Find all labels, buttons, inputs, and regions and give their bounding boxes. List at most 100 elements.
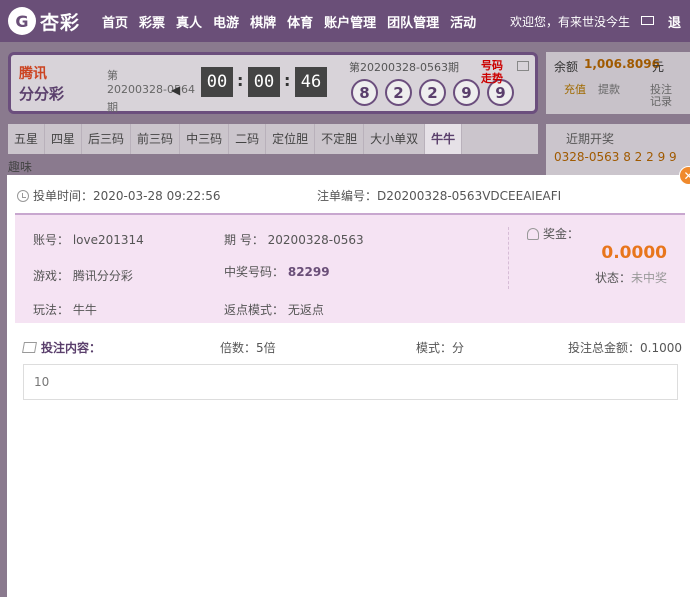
site-logo[interactable]: G 杏彩 [8, 7, 94, 35]
nav-cards[interactable]: 棋牌 [250, 12, 276, 31]
order-id-row: 注单编号：D20200328-0563VDCEEAIEAFI [317, 187, 561, 204]
bet-detail-modal: 投单时间： 2020-03-28 09:22:56 注单编号：D20200328… [7, 175, 690, 597]
tab-position[interactable]: 定位胆 [266, 124, 316, 154]
lottery-panel: 腾讯 分分彩 第 20200328-0564 期 ◀ 00 : 00 : 46 … [8, 52, 538, 114]
timer-colon: : [237, 71, 244, 90]
rebate-field: 返点模式： 无返点 [224, 301, 324, 318]
period-field: 期 号： 20200328-0563 [224, 231, 364, 248]
balance-unit: 元 [652, 60, 665, 74]
logo-text: 杏彩 [40, 11, 81, 34]
nav-sports[interactable]: 体育 [287, 12, 313, 31]
welcome-text: 欢迎您，有来世没今生 [510, 15, 631, 29]
nav-account[interactable]: 账户管理 [324, 12, 376, 31]
status-label: 状态： [594, 271, 631, 285]
play-label: 玩法： [33, 303, 70, 317]
multiple-text: 倍数：5倍 [220, 341, 276, 355]
period-suffix: 期 [107, 101, 118, 114]
bet-time: 2020-03-28 09:22:56 [93, 188, 221, 203]
win-number-label: 中奖号码： [224, 265, 285, 279]
bet-content-box: 10 [23, 364, 678, 400]
balance-label: 余额 [554, 60, 579, 74]
bet-time-row: 投单时间： 2020-03-28 09:22:56 [17, 187, 220, 204]
exit-link[interactable]: 退 [668, 12, 681, 31]
play-tabs: 五星 四星 后三码 前三码 中三码 二码 定位胆 不定胆 大小单双 牛牛 [8, 124, 538, 154]
tab-two[interactable]: 二码 [229, 124, 267, 154]
user-icon [527, 227, 539, 240]
speaker-icon[interactable]: ◀ [171, 83, 180, 97]
play-value: 牛牛 [72, 303, 97, 317]
bonus-label-row: 奖金： [527, 225, 579, 242]
tab-fun[interactable]: 趣味 [8, 158, 32, 175]
tab-four-star[interactable]: 四星 [45, 124, 83, 154]
timer-hours: 00 [201, 67, 233, 97]
balance-panel: 余额 1,006.8096 元 充值 提款 投注记录 [546, 52, 690, 114]
timer-minutes: 00 [248, 67, 280, 97]
note-icon [22, 342, 37, 353]
nav-live[interactable]: 真人 [176, 12, 202, 31]
tab-five-star[interactable]: 五星 [8, 124, 46, 154]
chart-icon[interactable] [517, 61, 529, 71]
play-field: 玩法： 牛牛 [33, 301, 97, 318]
logo-mark: G [8, 7, 36, 35]
trend-link[interactable]: 号码走势 [481, 59, 507, 85]
bet-time-label: 投单时间： [33, 189, 94, 203]
rebate-value: 无返点 [287, 303, 324, 317]
game-logo-bottom: 分分彩 [19, 85, 65, 103]
account-label: 账号： [33, 233, 70, 247]
total-amount-text: 投注总金额：0.1000 [568, 341, 682, 355]
bet-summary-row: 投注内容： 倍数：5倍 模式：分 投注总金额：0.1000 [22, 339, 683, 357]
timer-colon: : [284, 71, 291, 90]
mail-icon[interactable] [641, 16, 654, 25]
bet-record-button[interactable]: 投注记录 [646, 84, 676, 108]
mode-text: 模式：分 [416, 341, 465, 355]
tab-niuniu[interactable]: 牛牛 [425, 124, 463, 154]
current-period: 20200328-0564 [107, 83, 195, 96]
game-label: 游戏： [33, 269, 70, 283]
status-field: 状态：未中奖 [595, 269, 667, 286]
bet-content-label: 投注内容： [41, 341, 102, 355]
result-ball: 9 [453, 79, 480, 106]
recent-draw-row: 0328-0563 8 2 2 9 9 [554, 150, 677, 164]
nav-home[interactable]: 首页 [102, 12, 128, 31]
nav-team[interactable]: 团队管理 [387, 12, 439, 31]
tab-big-small[interactable]: 大小单双 [364, 124, 426, 154]
win-number-field: 中奖号码： 82299 [224, 263, 330, 280]
bonus-value: 0.0000 [601, 243, 667, 263]
rebate-label: 返点模式： [224, 303, 285, 317]
result-ball: 2 [419, 79, 446, 106]
status-value: 未中奖 [630, 271, 667, 285]
period-prefix: 第 [107, 69, 118, 82]
clock-icon [17, 189, 29, 202]
last-period: 第20200328-0563期 [349, 61, 459, 74]
withdraw-button[interactable]: 提款 [594, 84, 624, 96]
game-field: 游戏： 腾讯分分彩 [33, 267, 133, 284]
win-number-value: 82299 [287, 265, 330, 279]
tab-first-three[interactable]: 前三码 [131, 124, 181, 154]
tab-unfixed[interactable]: 不定胆 [315, 124, 365, 154]
bet-info-panel: 账号： love201314 期 号： 20200328-0563 游戏： 腾讯… [15, 213, 685, 323]
account-value: love201314 [72, 233, 144, 247]
nav-slots[interactable]: 电游 [213, 12, 239, 31]
result-ball: 2 [385, 79, 412, 106]
period-label: 期 号： [224, 233, 264, 247]
result-ball: 8 [351, 79, 378, 106]
tab-middle-three[interactable]: 中三码 [180, 124, 230, 154]
deposit-button[interactable]: 充值 [560, 84, 590, 96]
balance-value: 1,006.8096 [584, 57, 660, 71]
tab-last-three[interactable]: 后三码 [82, 124, 132, 154]
recent-title: 近期开奖 [566, 132, 615, 146]
bonus-label: 奖金： [543, 227, 580, 241]
order-id: D20200328-0563VDCEEAIEAFI [377, 189, 562, 203]
period-value: 20200328-0563 [267, 233, 364, 247]
nav-lottery[interactable]: 彩票 [139, 12, 165, 31]
nav-promo[interactable]: 活动 [450, 12, 476, 31]
top-nav: G 杏彩 首页 彩票 真人 电游 棋牌 体育 账户管理 团队管理 活动 欢迎您，… [0, 0, 690, 42]
main-nav: 首页 彩票 真人 电游 棋牌 体育 账户管理 团队管理 活动 [102, 12, 487, 31]
account-field: 账号： love201314 [33, 231, 144, 248]
game-logo: 腾讯 分分彩 [19, 63, 101, 103]
game-value: 腾讯分分彩 [72, 269, 133, 283]
timer-seconds: 46 [295, 67, 327, 97]
game-logo-top: 腾讯 [19, 66, 47, 82]
divider [508, 227, 509, 289]
bet-content-heading: 投注内容： [22, 339, 102, 356]
